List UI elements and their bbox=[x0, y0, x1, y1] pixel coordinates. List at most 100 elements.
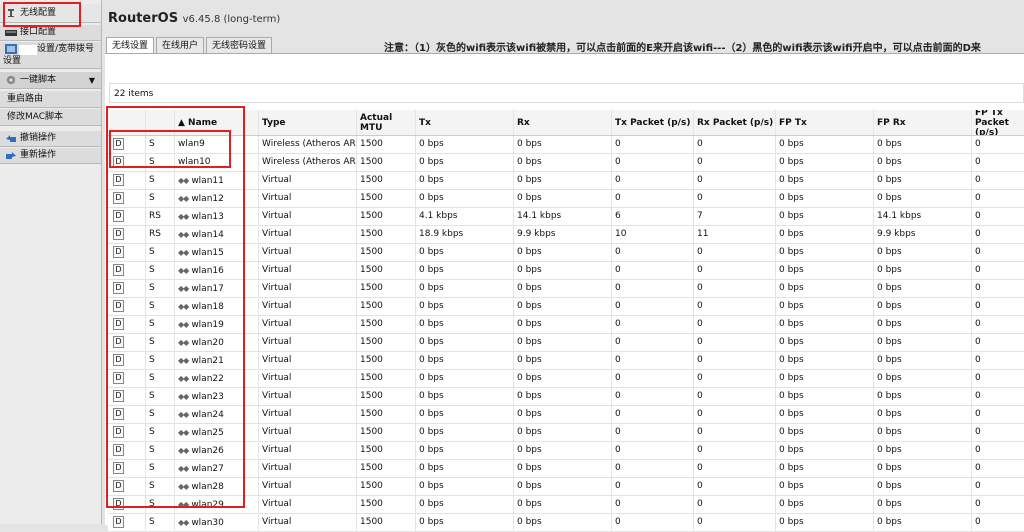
table-row[interactable]: D S ◆◆ wlan28 Virtual 1500 0 bps 0 bps 0 0 0 bps 0 … bbox=[108, 478, 1024, 496]
table-row[interactable]: D S ◆◆ wlan15 Virtual 1500 0 bps 0 bps 0 0 0 bps 0 … bbox=[108, 244, 1024, 262]
name-cell[interactable]: ◆◆ wlan23 bbox=[175, 388, 259, 405]
name-cell[interactable]: ◆◆ wlan22 bbox=[175, 370, 259, 387]
disable-button[interactable]: D bbox=[113, 173, 124, 186]
interface-icon bbox=[5, 29, 17, 36]
disable-button[interactable]: D bbox=[113, 155, 124, 168]
table-row[interactable]: D S ◆◆ wlan12 Virtual 1500 0 bps 0 bps 0 0 0 bps 0 … bbox=[108, 190, 1024, 208]
type-cell: Virtual bbox=[259, 496, 357, 513]
disable-button[interactable]: D bbox=[113, 137, 124, 150]
name-cell[interactable]: ◆◆ wlan14 bbox=[175, 226, 259, 243]
disable-button[interactable]: D bbox=[113, 461, 124, 474]
flag-cell: S bbox=[146, 280, 175, 297]
disable-button[interactable]: D bbox=[113, 407, 124, 420]
tx-packet-cell: 0 bbox=[612, 316, 694, 333]
column-header[interactable] bbox=[146, 110, 175, 135]
tab-wireless-settings[interactable]: 无线设置 bbox=[106, 37, 155, 54]
name-cell[interactable]: ◆◆ wlan27 bbox=[175, 460, 259, 477]
disable-button[interactable]: D bbox=[113, 353, 124, 366]
sidebar-item-dialup[interactable]: 设置/宽带拨号 设置 bbox=[0, 42, 101, 69]
name-cell[interactable]: ◆◆ wlan20 bbox=[175, 334, 259, 351]
table-row[interactable]: D S ◆◆ wlan17 Virtual 1500 0 bps 0 bps 0 0 0 bps 0 … bbox=[108, 280, 1024, 298]
name-cell[interactable]: ◆◆ wlan21 bbox=[175, 352, 259, 369]
disable-button[interactable]: D bbox=[113, 443, 124, 456]
table-row[interactable]: D RS ◆◆ wlan14 Virtual 1500 18.9 kbps 9.9 kbps 1… bbox=[108, 226, 1024, 244]
column-header-rx-packet[interactable]: Rx Packet (p/s) bbox=[694, 110, 776, 135]
disable-button[interactable]: D bbox=[113, 497, 124, 510]
expand-arrow-icon[interactable]: ▼ bbox=[89, 73, 95, 88]
flag-cell: S bbox=[146, 370, 175, 387]
sidebar-item-interface-config[interactable]: 接口配置 bbox=[0, 25, 101, 41]
column-header-fp-tx[interactable]: FP Tx bbox=[776, 110, 874, 135]
table-row[interactable]: D S ◆◆ wlan20 Virtual 1500 0 bps 0 bps 0 0 0 bps 0 … bbox=[108, 334, 1024, 352]
flag-cell: S bbox=[146, 478, 175, 495]
table-row[interactable]: D S ◆◆ wlan11 Virtual 1500 0 bps 0 bps 0 0 0 bps 0 … bbox=[108, 172, 1024, 190]
table-row[interactable]: D S ◆◆ wlan23 Virtual 1500 0 bps 0 bps 0 0 0 bps 0 … bbox=[108, 388, 1024, 406]
table-row[interactable]: D S ◆◆ wlan27 Virtual 1500 0 bps 0 bps 0 0 0 bps 0 … bbox=[108, 460, 1024, 478]
name-cell[interactable]: ◆◆ wlan13 bbox=[175, 208, 259, 225]
table-row[interactable]: D S ◆◆ wlan24 Virtual 1500 0 bps 0 bps 0 0 0 bps 0 … bbox=[108, 406, 1024, 424]
sidebar-item-redo[interactable]: 重新操作 bbox=[0, 148, 101, 164]
column-header-tx[interactable]: Tx bbox=[416, 110, 514, 135]
disable-button[interactable]: D bbox=[113, 515, 124, 528]
table-row[interactable]: D Swlan10 Wireless (Atheros AR9 1500 0 bps 0 … bbox=[108, 154, 1024, 172]
name-cell[interactable]: wlan9 bbox=[175, 136, 259, 153]
column-header-name[interactable]: ▲ Name bbox=[175, 110, 259, 135]
name-cell[interactable]: ◆◆ wlan19 bbox=[175, 316, 259, 333]
column-header-tx-packet[interactable]: Tx Packet (p/s) bbox=[612, 110, 694, 135]
name-cell[interactable]: ◆◆ wlan25 bbox=[175, 424, 259, 441]
sidebar-item-reboot[interactable]: 重启路由 bbox=[0, 91, 101, 108]
disable-button[interactable]: D bbox=[113, 371, 124, 384]
column-header-fp-rx[interactable]: FP Rx bbox=[874, 110, 972, 135]
name-cell[interactable]: ◆◆ wlan16 bbox=[175, 262, 259, 279]
sidebar-item-undo[interactable]: 撤销操作 bbox=[0, 131, 101, 147]
name-cell[interactable]: ◆◆ wlan29 bbox=[175, 496, 259, 513]
name-cell[interactable]: ◆◆ wlan11 bbox=[175, 172, 259, 189]
table-row[interactable]: D S ◆◆ wlan25 Virtual 1500 0 bps 0 bps 0 0 0 bps 0 … bbox=[108, 424, 1024, 442]
sidebar-item-wireless-config[interactable]: 无线配置 bbox=[0, 4, 101, 23]
column-header[interactable] bbox=[108, 110, 146, 135]
table-row[interactable]: D S ◆◆ wlan18 Virtual 1500 0 bps 0 bps 0 0 0 bps 0 … bbox=[108, 298, 1024, 316]
disable-button[interactable]: D bbox=[113, 227, 124, 240]
table-row[interactable]: D S ◆◆ wlan16 Virtual 1500 0 bps 0 bps 0 0 0 bps 0 … bbox=[108, 262, 1024, 280]
disable-button[interactable]: D bbox=[113, 263, 124, 276]
table-row[interactable]: D S ◆◆ wlan22 Virtual 1500 0 bps 0 bps 0 0 0 bps 0 … bbox=[108, 370, 1024, 388]
name-cell[interactable]: ◆◆ wlan28 bbox=[175, 478, 259, 495]
table-row[interactable]: D RS ◆◆ wlan13 Virtual 1500 4.1 kbps 14.1 kbps 6… bbox=[108, 208, 1024, 226]
tab-online-users[interactable]: 在线用户 bbox=[156, 37, 205, 54]
disable-button[interactable]: D bbox=[113, 299, 124, 312]
name-cell[interactable]: ◆◆ wlan24 bbox=[175, 406, 259, 423]
disable-button[interactable]: D bbox=[113, 389, 124, 402]
name-cell[interactable]: wlan10 bbox=[175, 154, 259, 171]
table-row[interactable]: D Swlan9 Wireless (Atheros AR9 1500 0 bps 0 b… bbox=[108, 136, 1024, 154]
name-cell[interactable]: ◆◆ wlan18 bbox=[175, 298, 259, 315]
name-cell[interactable]: ◆◆ wlan30 bbox=[175, 514, 259, 531]
column-header-fp-tx-packet[interactable]: FP Tx Packet (p/s) bbox=[972, 110, 1024, 135]
disable-button[interactable]: D bbox=[113, 425, 124, 438]
tab-wireless-password[interactable]: 无线密码设置 bbox=[206, 37, 273, 54]
sidebar-item-mac-script[interactable]: 修改MAC脚本 bbox=[0, 109, 101, 126]
disable-button[interactable]: D bbox=[113, 281, 124, 294]
disable-button[interactable]: D bbox=[113, 209, 124, 222]
name-cell[interactable]: ◆◆ wlan12 bbox=[175, 190, 259, 207]
virtual-interface-icon: ◆◆ bbox=[178, 284, 189, 293]
disable-button[interactable]: D bbox=[113, 245, 124, 258]
disable-button[interactable]: D bbox=[113, 335, 124, 348]
type-cell: Virtual bbox=[259, 424, 357, 441]
name-cell[interactable]: ◆◆ wlan26 bbox=[175, 442, 259, 459]
name-cell[interactable]: ◆◆ wlan15 bbox=[175, 244, 259, 261]
table-row[interactable]: D S ◆◆ wlan19 Virtual 1500 0 bps 0 bps 0 0 0 bps 0 … bbox=[108, 316, 1024, 334]
name-cell[interactable]: ◆◆ wlan17 bbox=[175, 280, 259, 297]
column-header-rx[interactable]: Rx bbox=[514, 110, 612, 135]
column-header-mtu[interactable]: Actual MTU bbox=[357, 110, 416, 135]
table-row[interactable]: D S ◆◆ wlan30 Virtual 1500 0 bps 0 bps 0 0 0 bps 0 … bbox=[108, 514, 1024, 532]
disable-button[interactable]: D bbox=[113, 191, 124, 204]
disable-button[interactable]: D bbox=[113, 479, 124, 492]
sidebar-item-one-click-script[interactable]: 一键脚本 ▼ bbox=[0, 72, 101, 89]
table-row[interactable]: D S ◆◆ wlan21 Virtual 1500 0 bps 0 bps 0 0 0 bps 0 … bbox=[108, 352, 1024, 370]
table-row[interactable]: D S ◆◆ wlan26 Virtual 1500 0 bps 0 bps 0 0 0 bps 0 … bbox=[108, 442, 1024, 460]
table-row[interactable]: D S ◆◆ wlan29 Virtual 1500 0 bps 0 bps 0 0 0 bps 0 … bbox=[108, 496, 1024, 514]
disable-button[interactable]: D bbox=[113, 317, 124, 330]
fp-tx-packet-cell: 0 bbox=[972, 352, 1024, 369]
fp-rx-cell: 0 bps bbox=[874, 388, 972, 405]
column-header-type[interactable]: Type bbox=[259, 110, 357, 135]
